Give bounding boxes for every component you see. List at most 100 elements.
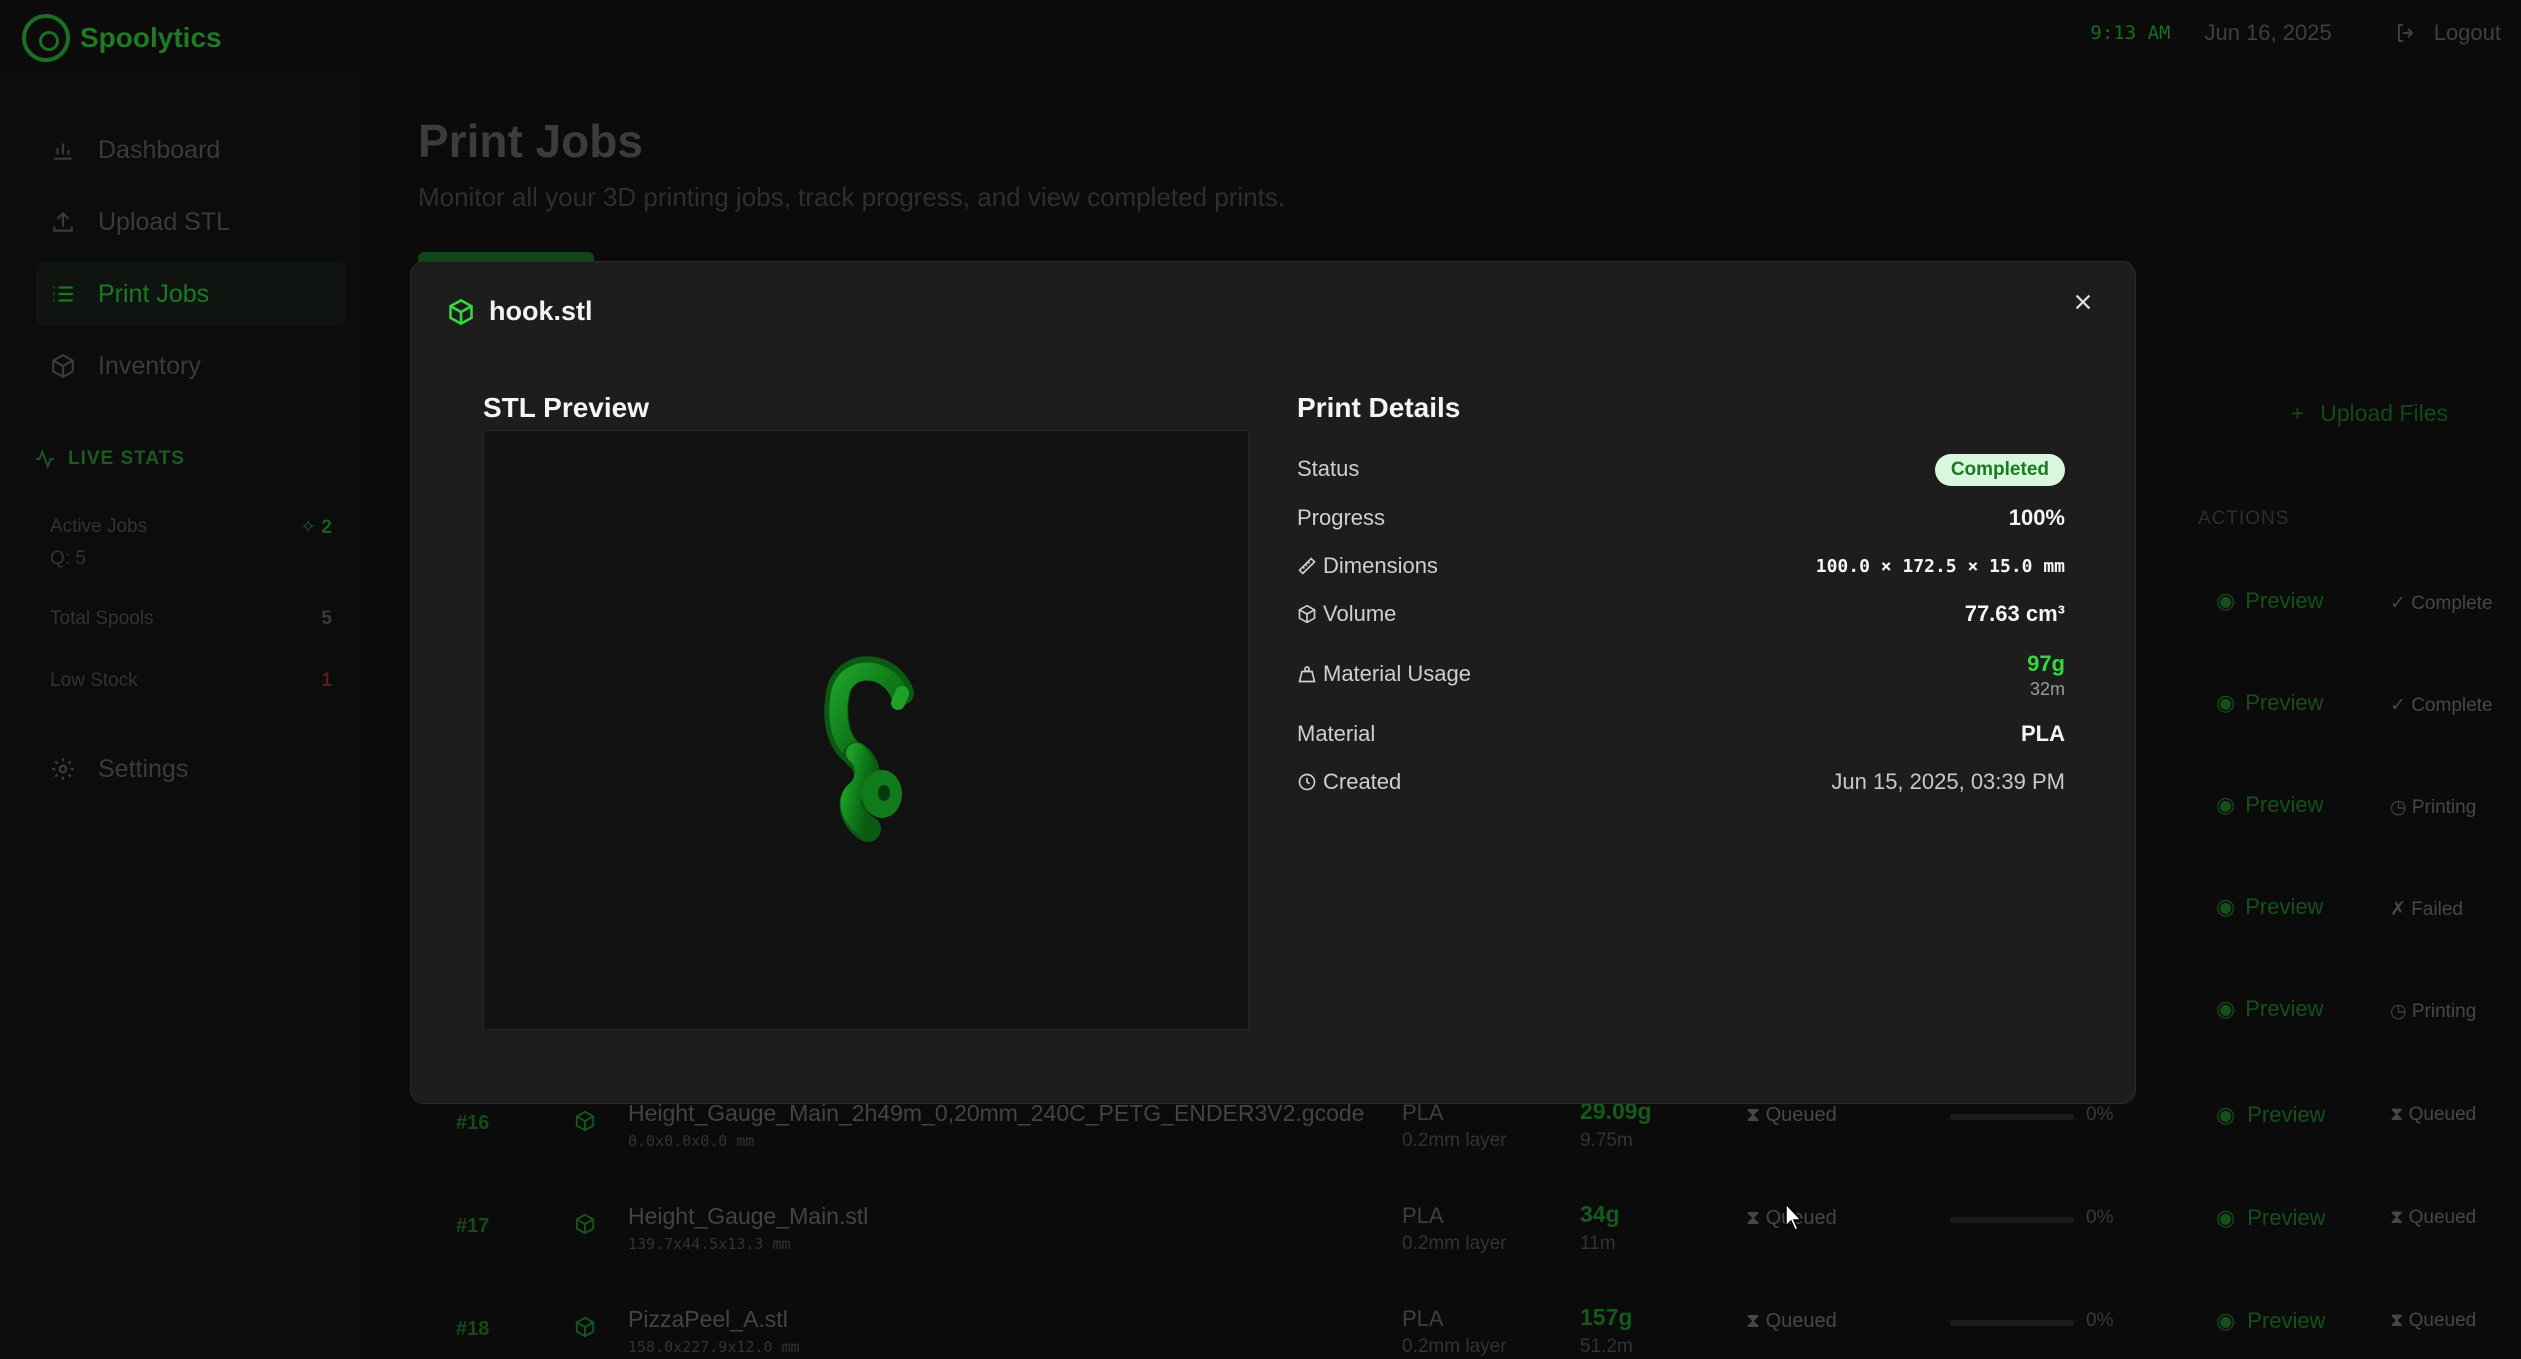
preview-button[interactable]: ◉ Preview [2216,996,2323,1022]
job-name: Height_Gauge_Main.stl [628,1203,869,1229]
progress-bar [1950,1114,2074,1120]
row-action-status: ⧗ Queued [2390,1104,2477,1125]
modal-header: hook.stl [447,296,593,327]
logout-button[interactable]: Logout [2394,20,2501,46]
job-time: 11m [1580,1233,1616,1254]
job-status: ⧗ Queued [1746,1104,1837,1126]
sidebar-item-label: Settings [98,754,189,783]
cube-icon [52,353,74,379]
preview-button[interactable]: ◉ Preview [2216,1308,2325,1334]
job-layer: 0.2mm layer [1402,1233,1507,1254]
job-detail-modal: hook.stl STL Preview Print Details Statu… [410,261,2136,1104]
row-action-status: ⧗ Queued [2390,1310,2477,1331]
app-root: Spoolytics 9:13 AM Jun 16, 2025 Logout D… [0,0,2521,1359]
job-material: PLA [1402,1306,1444,1331]
material-usage-weight: 97g [2027,651,2065,676]
detail-material-row: Material PLA [1297,715,2065,755]
progress-bar [1950,1320,2074,1326]
progress-bar [1950,1217,2074,1223]
logo[interactable]: Spoolytics [22,14,222,62]
detail-value: PLA [2021,721,2065,746]
cube-icon [575,1316,595,1338]
row-action-status: ⧗ Queued [2390,1207,2477,1228]
ruler-icon [1298,557,1316,575]
upload-icon [53,211,73,232]
hook-model-icon [824,656,914,842]
live-stats-label: LIVE STATS [68,448,185,469]
logout-label: Logout [2433,20,2501,45]
row-action-status: ✗ Failed [2390,899,2463,920]
close-button[interactable] [2067,286,2099,318]
job-dimensions: 158.0x227.9x12.0 mm [628,1338,800,1356]
actions-column-header: ACTIONS [2198,508,2290,529]
sidebar-item-inventory[interactable]: Inventory [36,334,346,398]
job-progress: 0% [2086,1207,2114,1228]
detail-label: Material [1297,721,1376,746]
job-status: ⧗ Queued [1746,1310,1837,1332]
stat-label: Total Spools [50,608,154,629]
detail-progress-row: Progress 100% [1297,499,2065,539]
upload-files-button[interactable]: + Upload Files [2291,400,2448,427]
job-weight: 34g [1580,1201,1620,1227]
row-action-status: ✓ Complete [2390,695,2493,716]
mouse-cursor-icon [1785,1202,1803,1231]
detail-label: Material Usage [1297,661,1471,687]
top-bar: Spoolytics 9:13 AM Jun 16, 2025 Logout [0,0,2521,72]
job-layer: 0.2mm layer [1402,1130,1507,1151]
page-title: Print Jobs [418,115,643,167]
table-row[interactable]: #18 PizzaPeel_A.stl 158.0x227.9x12.0 mm … [0,1302,2476,1359]
stat-label: Low Stock [50,670,138,691]
sidebar-item-settings[interactable]: Settings [36,737,346,801]
cube-icon [1298,604,1316,624]
detail-dimensions-row: Dimensions 100.0 × 172.5 × 15.0 mm [1297,547,2065,587]
row-action-status: ◷ Printing [2390,1001,2477,1022]
job-id: #17 [456,1215,490,1237]
table-row[interactable]: #16 Height_Gauge_Main_2h49m_0,20mm_240C_… [0,1096,2476,1186]
preview-button[interactable]: ◉ Preview [2216,1205,2325,1231]
top-right-controls: 9:13 AM Jun 16, 2025 Logout [2090,20,2501,46]
job-weight: 157g [1580,1304,1633,1330]
eye-icon: ◉ [2216,588,2236,613]
app-name: Spoolytics [80,22,222,53]
eye-icon: ◉ [2216,1308,2236,1333]
page-subtitle: Monitor all your 3D printing jobs, track… [418,182,1286,212]
stat-active-jobs: Active Jobs ✧ 2 [50,516,332,538]
preview-button[interactable]: ◉ Preview [2216,588,2323,614]
spool-logo-icon [22,14,70,62]
job-dimensions: 0.0x0.0x0.0 mm [628,1132,755,1150]
stat-total-spools: Total Spools 5 [50,608,332,630]
job-name: Height_Gauge_Main_2h49m_0,20mm_240C_PETG… [628,1100,1365,1126]
detail-label: Created [1297,769,1401,795]
weight-icon [1298,666,1316,683]
cube-icon [575,1110,595,1132]
sidebar-item-print-jobs[interactable]: Print Jobs [36,262,346,326]
activity-icon [35,449,55,469]
stat-value: 1 [321,670,332,691]
list-icon [53,286,73,302]
detail-value: 100% [2008,505,2065,530]
material-usage-time: 32m [2029,679,2065,699]
cube-icon [449,298,473,325]
sidebar-item-upload-stl[interactable]: Upload STL [36,190,346,254]
detail-label: Dimensions [1297,553,1438,579]
preview-button[interactable]: ◉ Preview [2216,792,2323,818]
preview-button[interactable]: ◉ Preview [2216,1102,2325,1128]
stat-label: Active Jobs [50,516,148,537]
cube-icon [575,1213,595,1235]
clock-icon [1298,773,1316,791]
stl-preview-canvas[interactable] [483,430,1249,1030]
plus-icon: + [2290,400,2305,426]
sidebar-item-label: Dashboard [98,135,221,164]
close-icon [2075,294,2091,310]
preview-button[interactable]: ◉ Preview [2216,690,2323,716]
stat-label: Q: 5 [50,548,86,569]
preview-button[interactable]: ◉ Preview [2216,894,2323,920]
clock-time: 9:13 AM [2090,22,2171,44]
job-layer: 0.2mm layer [1402,1336,1507,1357]
sidebar-item-dashboard[interactable]: Dashboard [36,118,346,182]
sidebar-item-label: Inventory [98,351,201,380]
job-dimensions: 139.7x44.5x13.3 mm [628,1235,791,1253]
job-progress: 0% [2086,1104,2114,1125]
eye-icon: ◉ [2216,1102,2236,1127]
detail-created-row: Created Jun 15, 2025, 03:39 PM [1297,763,2065,803]
